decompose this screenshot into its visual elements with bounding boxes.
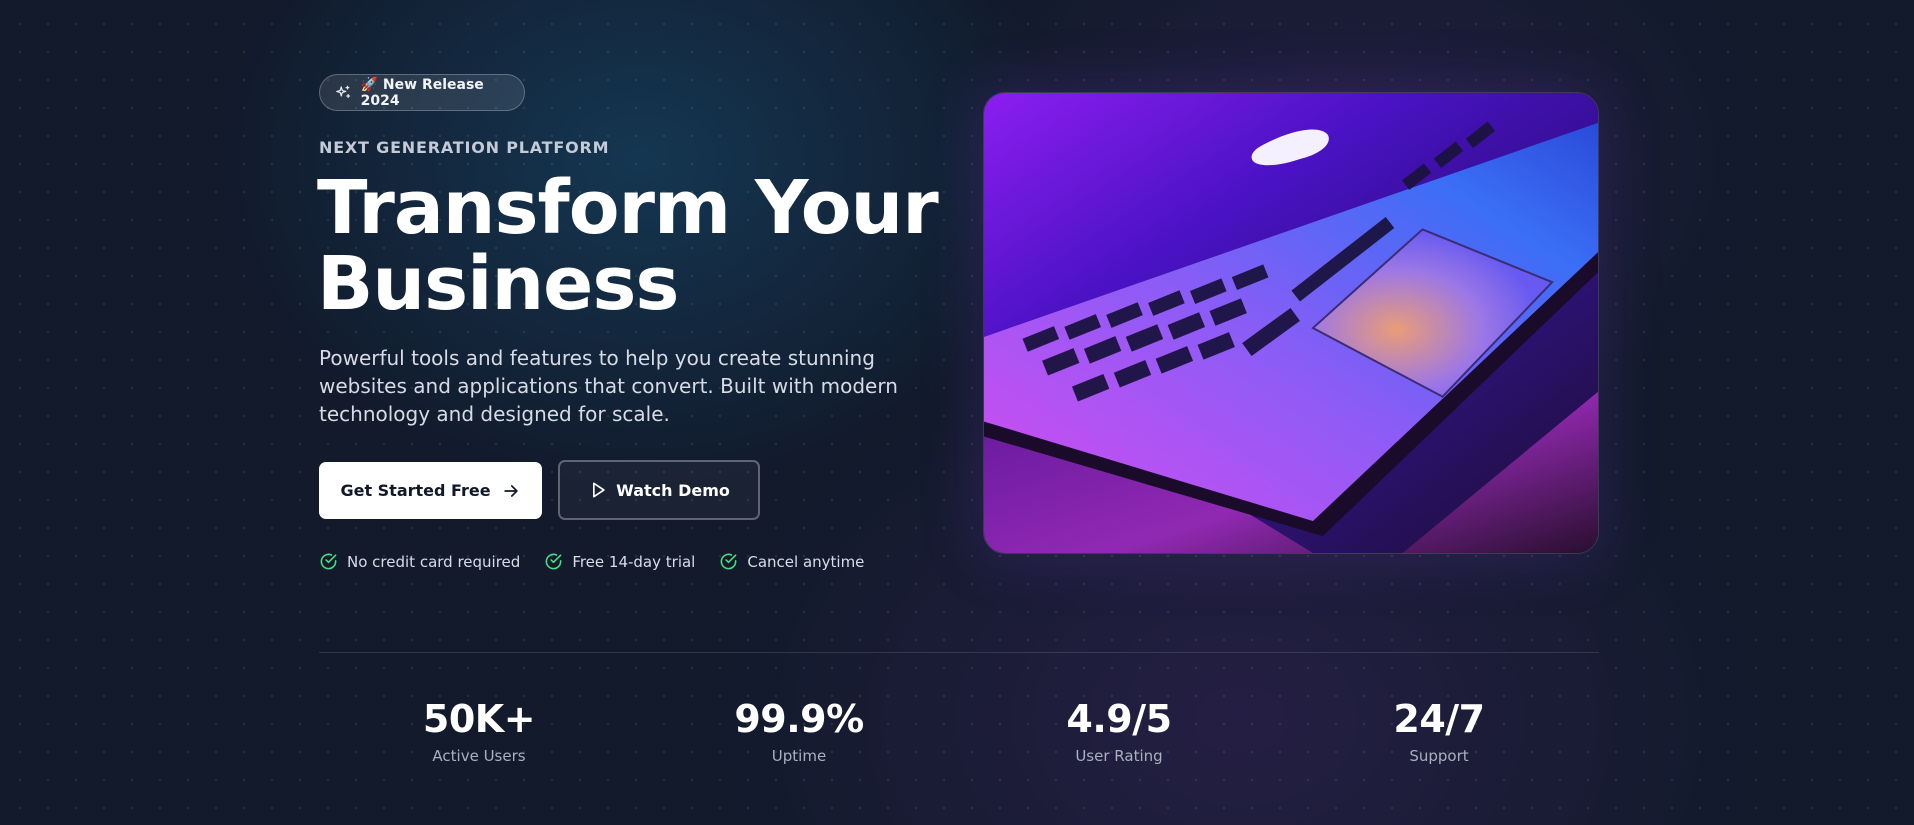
check-circle-icon bbox=[720, 553, 737, 570]
stat-label: Active Users bbox=[432, 747, 526, 765]
play-icon bbox=[593, 482, 605, 498]
stat-value: 24/7 bbox=[1393, 697, 1485, 741]
arrow-right-icon bbox=[503, 484, 518, 497]
perks-list: No credit card required Free 14-day tria… bbox=[319, 552, 864, 571]
stat-item: 4.9/5 User Rating bbox=[959, 695, 1279, 765]
perk-label: Cancel anytime bbox=[747, 552, 865, 571]
headline-line-2: Business bbox=[317, 241, 679, 327]
stats-row: 50K+ Active Users 99.9% Uptime 4.9/5 Use… bbox=[319, 695, 1599, 765]
watch-demo-label: Watch Demo bbox=[616, 480, 730, 500]
watch-demo-button[interactable]: Watch Demo bbox=[558, 460, 760, 520]
perk-label: No credit card required bbox=[347, 552, 521, 571]
release-badge-label: 🚀 New Release 2024 bbox=[360, 76, 484, 109]
stat-item: 24/7 Support bbox=[1279, 695, 1599, 765]
perk-item: Free 14-day trial bbox=[544, 552, 695, 571]
stat-label: User Rating bbox=[1075, 747, 1163, 765]
stat-value: 50K+ bbox=[422, 697, 536, 741]
perk-item: No credit card required bbox=[319, 552, 520, 571]
get-started-label: Get Started Free bbox=[340, 481, 491, 500]
hero-section: 🚀 New Release 2024 NEXT GENERATION PLATF… bbox=[0, 0, 1914, 825]
laptop-hero-image bbox=[983, 92, 1599, 554]
stat-label: Uptime bbox=[771, 747, 827, 765]
headline-line-1: Transform Your bbox=[317, 165, 939, 251]
stats-divider bbox=[319, 652, 1599, 653]
release-badge: 🚀 New Release 2024 bbox=[319, 74, 525, 111]
hero-subtitle: Powerful tools and features to help you … bbox=[319, 346, 898, 426]
perk-item: Cancel anytime bbox=[719, 552, 864, 571]
stat-value: 4.9/5 bbox=[1066, 697, 1172, 741]
perk-label: Free 14-day trial bbox=[572, 552, 696, 571]
stat-value: 99.9% bbox=[734, 697, 864, 741]
get-started-button[interactable]: Get Started Free bbox=[319, 462, 542, 519]
laptop-photo bbox=[984, 93, 1598, 553]
stat-item: 99.9% Uptime bbox=[639, 695, 959, 765]
eyebrow-text: NEXT GENERATION PLATFORM bbox=[319, 138, 610, 157]
check-circle-icon bbox=[545, 553, 562, 570]
page-title: Transform Your Business bbox=[317, 170, 957, 322]
stat-item: 50K+ Active Users bbox=[319, 695, 639, 765]
sparkles-icon bbox=[336, 85, 351, 98]
stat-label: Support bbox=[1409, 747, 1469, 765]
check-circle-icon bbox=[320, 553, 337, 570]
